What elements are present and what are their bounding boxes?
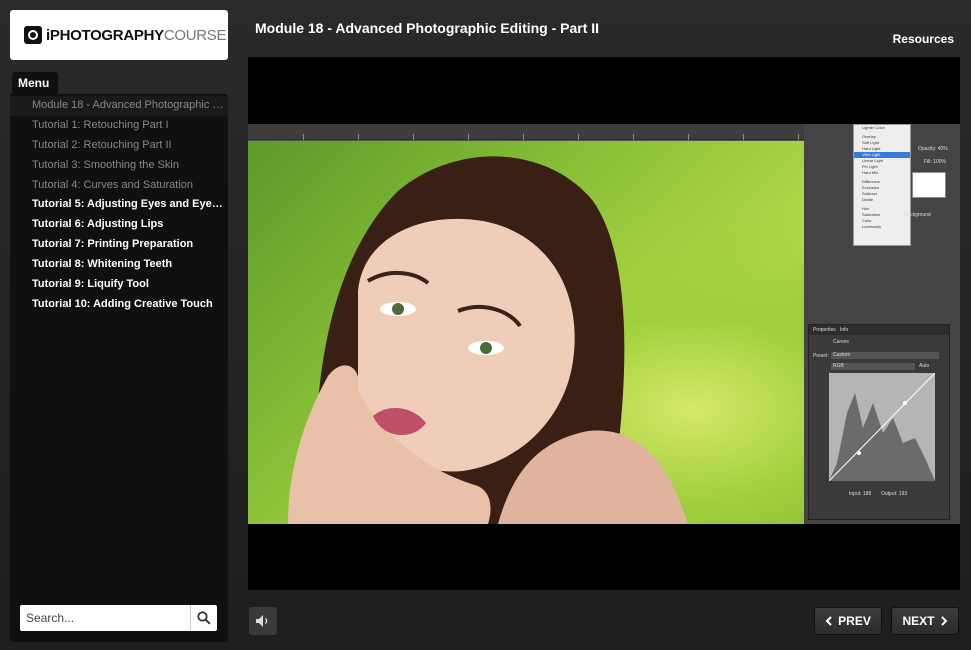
menu-item-tutorial-2[interactable]: Tutorial 2: Retouching Part II (10, 136, 228, 156)
ruler (248, 124, 804, 140)
preset-label: Preset: (813, 353, 829, 359)
photoshop-screen: Lighter Color Overlay Soft Light Hard Li… (248, 124, 960, 524)
search-button[interactable] (190, 605, 216, 631)
blend-mode-dropdown: Lighter Color Overlay Soft Light Hard Li… (853, 124, 911, 246)
menu-item-tutorial-10[interactable]: Tutorial 10: Adding Creative Touch (10, 295, 228, 315)
menu-item-tutorial-1[interactable]: Tutorial 1: Retouching Part I (10, 116, 228, 136)
logo-text: iPHOTOGRAPHYCOURSE (46, 27, 226, 44)
page-title: Module 18 - Advanced Photographic Editin… (255, 20, 600, 36)
menu-tab[interactable]: Menu (12, 72, 58, 94)
layer-label: Background (904, 212, 931, 218)
menu-panel: Module 18 - Advanced Photographic Editin… (10, 94, 228, 642)
prev-button[interactable]: PREV (814, 607, 882, 635)
preset-select: Custom (831, 352, 939, 359)
auto-button: Auto (919, 363, 930, 369)
audio-button[interactable] (249, 607, 277, 635)
properties-tab: Properties (813, 327, 836, 333)
portrait-illustration (288, 156, 688, 524)
menu-item-tutorial-6[interactable]: Tutorial 6: Adjusting Lips (10, 215, 228, 235)
search-box (20, 605, 217, 631)
curves-properties-panel: Properties Info Curves Preset: Custom RG… (808, 324, 950, 520)
prev-label: PREV (838, 614, 871, 628)
search-input[interactable] (20, 606, 190, 630)
next-button[interactable]: NEXT (891, 607, 959, 635)
menu-item-module[interactable]: Module 18 - Advanced Photographic Editin… (10, 96, 228, 116)
menu-item-tutorial-5[interactable]: Tutorial 5: Adjusting Eyes and Eyelashes (10, 195, 228, 215)
camera-icon (24, 26, 42, 44)
info-tab: Info (839, 327, 849, 333)
chevron-left-icon (825, 616, 832, 626)
logo-brand-bold: iPHOTOGRAPHY (46, 26, 164, 44)
channel-select: RGB (831, 363, 915, 370)
layer-thumbnail (912, 172, 946, 198)
blend-mode-option: Luminosity (862, 224, 882, 229)
logo: iPHOTOGRAPHYCOURSE (10, 10, 228, 60)
search-icon (196, 611, 211, 625)
adjustment-name: Curves (833, 339, 849, 345)
speaker-icon (256, 615, 268, 627)
props-tabs: Properties Info (809, 325, 949, 335)
curves-graph (828, 372, 936, 482)
fill-label: Fill: 100% (924, 159, 946, 165)
menu-item-tutorial-3[interactable]: Tutorial 3: Smoothing the Skin (10, 156, 228, 176)
portrait-photo (248, 141, 804, 524)
menu-item-tutorial-4[interactable]: Tutorial 4: Curves and Saturation (10, 176, 228, 196)
next-label: NEXT (902, 614, 935, 628)
menu-item-tutorial-8[interactable]: Tutorial 8: Whitening Teeth (10, 255, 228, 275)
logo-brand-light: COURSE (163, 26, 227, 44)
curve-input: Input: 188 (849, 491, 872, 497)
menu-item-tutorial-9[interactable]: Tutorial 9: Liquify Tool (10, 275, 228, 295)
opacity-label: Opacity: 40% (918, 146, 948, 152)
menu-list: Module 18 - Advanced Photographic Editin… (10, 96, 228, 315)
video-player[interactable]: Lighter Color Overlay Soft Light Hard Li… (248, 57, 960, 590)
curve-output: Output: 193 (881, 491, 908, 497)
menu-item-tutorial-7[interactable]: Tutorial 7: Printing Preparation (10, 235, 228, 255)
chevron-right-icon (940, 616, 947, 626)
resources-link[interactable]: Resources (893, 32, 954, 46)
app-frame: iPHOTOGRAPHYCOURSE Module 18 - Advanced … (0, 0, 971, 650)
